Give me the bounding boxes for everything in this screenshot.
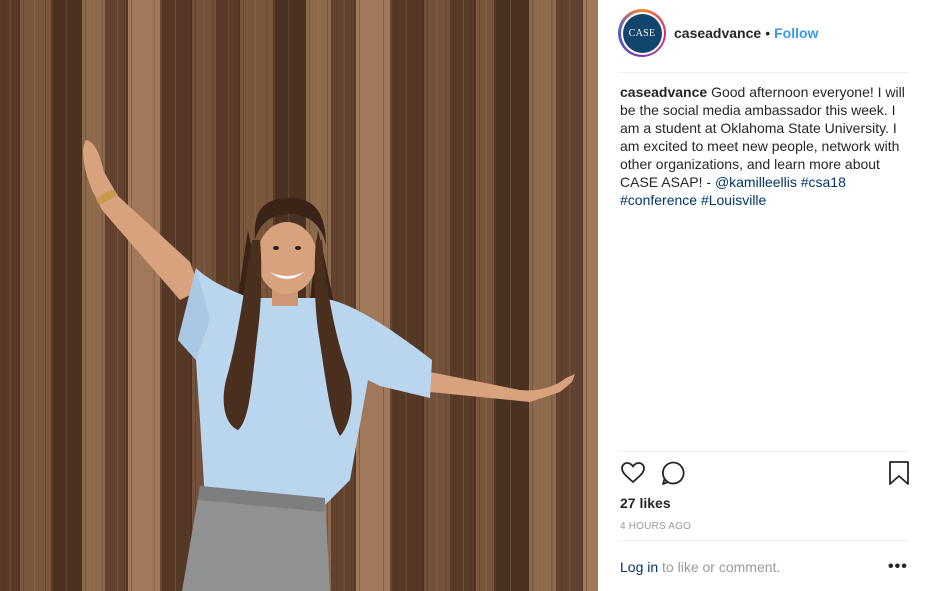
caption-username-link[interactable]: caseadvance: [620, 84, 707, 100]
username-link[interactable]: caseadvance: [674, 25, 761, 41]
actions-divider: [618, 451, 908, 452]
bookmark-icon[interactable]: [888, 460, 910, 491]
action-bar: [620, 460, 912, 488]
login-prompt: Log in to like or comment.: [620, 559, 912, 575]
post-caption: caseadvance Good afternoon everyone! I w…: [620, 83, 906, 209]
post-side-panel: CASE caseadvance • Follow caseadvance Go…: [598, 0, 927, 591]
avatar-logo: CASE: [622, 13, 662, 53]
separator-dot: •: [765, 25, 771, 41]
login-suffix: to like or comment.: [658, 559, 781, 575]
comment-divider: [618, 540, 908, 541]
photo-image: [0, 0, 598, 591]
hashtag-link[interactable]: #Louisville: [701, 192, 766, 208]
header-divider: [618, 72, 908, 73]
hashtag-link[interactable]: #csa18: [801, 174, 846, 190]
more-options-icon[interactable]: •••: [888, 558, 908, 576]
post-timestamp[interactable]: 4 HOURS AGO: [620, 521, 691, 532]
post-header: CASE caseadvance • Follow: [618, 8, 910, 58]
likes-count[interactable]: 27 likes: [620, 495, 671, 511]
avatar-border: CASE: [620, 11, 664, 55]
mention-link[interactable]: @kamilleellis: [715, 174, 797, 190]
follow-button[interactable]: Follow: [774, 25, 818, 41]
hashtag-link[interactable]: #conference: [620, 192, 697, 208]
heart-icon[interactable]: [620, 460, 646, 491]
login-link[interactable]: Log in: [620, 559, 658, 575]
post-photo[interactable]: [0, 0, 598, 591]
comment-icon[interactable]: [660, 460, 686, 491]
avatar[interactable]: CASE: [618, 9, 666, 57]
